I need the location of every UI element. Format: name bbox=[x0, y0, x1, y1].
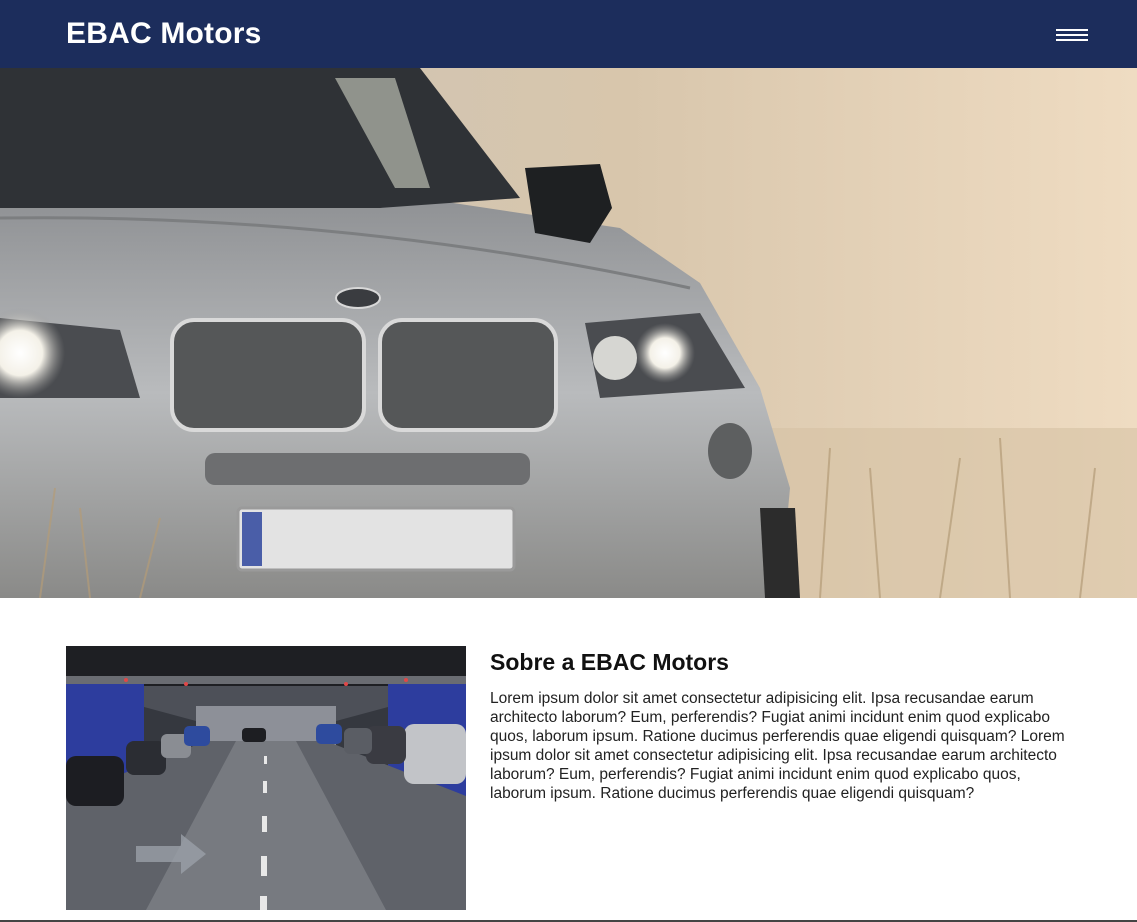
hamburger-menu-icon[interactable] bbox=[1056, 24, 1090, 44]
hero-car-image bbox=[0, 68, 1137, 598]
about-title: Sobre a EBAC Motors bbox=[490, 649, 729, 675]
site-header: EBAC Motors bbox=[0, 0, 1137, 68]
about-image bbox=[66, 646, 466, 910]
about-text-block: Sobre a EBAC Motors Lorem ipsum dolor si… bbox=[490, 646, 1076, 803]
about-paragraph: Lorem ipsum dolor sit amet consectetur a… bbox=[490, 690, 1065, 802]
parking-garage-image bbox=[66, 646, 466, 910]
site-logo[interactable]: EBAC Motors bbox=[66, 17, 262, 51]
hero-banner bbox=[0, 68, 1137, 598]
about-section: Sobre a EBAC Motors Lorem ipsum dolor si… bbox=[66, 646, 1076, 910]
